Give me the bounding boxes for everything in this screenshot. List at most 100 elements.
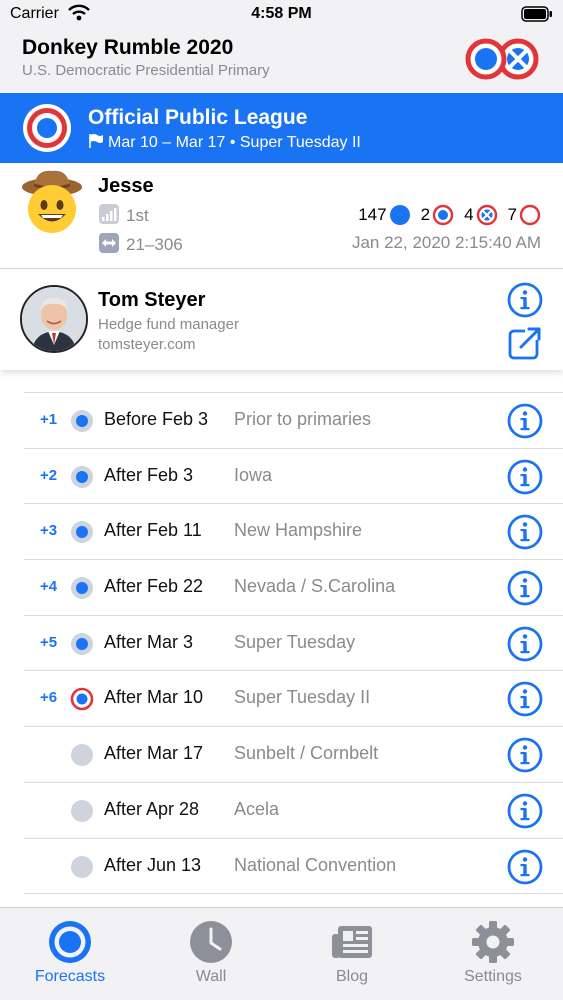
info-icon[interactable]	[507, 514, 543, 555]
row-delta: +4	[40, 578, 58, 596]
info-icon[interactable]	[507, 793, 543, 834]
info-icon[interactable]	[507, 459, 543, 500]
status-bar: Carrier 4:58 PM	[0, 0, 563, 30]
user-summary[interactable]: Jesse 1st 21–306 147 2 4 7 Jan 22, 2020 …	[0, 163, 563, 269]
info-icon[interactable]	[507, 737, 543, 778]
empty-red-circle-icon	[519, 204, 541, 226]
league-title: Official Public League	[88, 106, 308, 129]
tab-label: Blog	[335, 968, 369, 985]
row-event: National Convention	[234, 854, 397, 875]
solid-dot-icon	[389, 205, 410, 225]
row-date: After Jun 13	[104, 854, 202, 875]
app-logo-icon[interactable]	[462, 34, 544, 89]
timeline-row[interactable]: +3 After Feb 11 New Hampshire	[24, 503, 563, 559]
row-date: After Feb 3	[104, 464, 194, 485]
tab-settings[interactable]: Settings	[423, 908, 563, 1000]
app-title: Donkey Rumble 2020	[22, 36, 234, 59]
status-future-dot-icon	[70, 743, 94, 772]
row-event: Super Tuesday II	[234, 687, 371, 708]
external-link-icon[interactable]	[507, 325, 543, 366]
rank-value: 1st	[126, 206, 149, 225]
gear-icon	[471, 920, 515, 969]
range-value: 21–306	[126, 235, 183, 254]
timeline-row[interactable]: +4 After Feb 22 Nevada / S.Carolina	[24, 559, 563, 615]
row-delta: +5	[40, 633, 58, 651]
row-event: Nevada / S.Carolina	[234, 576, 396, 597]
row-event: Sunbelt / Cornbelt	[234, 743, 379, 764]
timeline-row[interactable]: +5 After Mar 3 Super Tuesday	[24, 614, 563, 671]
league-subtitle: Mar 10 – Mar 17 • Super Tuesday II	[88, 133, 361, 154]
tab-blog[interactable]: Blog	[282, 908, 422, 1000]
timeline-row[interactable]: +6 After Mar 10 Super Tuesday II	[24, 670, 563, 726]
target-icon	[432, 204, 454, 226]
user-range: 21–306	[98, 232, 183, 259]
candidate-website[interactable]: tomsteyer.com	[98, 336, 196, 353]
row-delta: +6	[40, 689, 58, 707]
row-event: Super Tuesday	[234, 631, 356, 652]
tab-label: Wall	[195, 968, 227, 985]
info-icon[interactable]	[507, 849, 543, 890]
status-done-dot-icon	[70, 576, 94, 605]
tab-wall[interactable]: Wall	[141, 908, 281, 1000]
tab-forecasts[interactable]: Forecasts	[0, 908, 140, 1000]
candidate-occupation: Hedge fund manager	[98, 316, 239, 333]
timeline-row[interactable]: +2 After Feb 3 Iowa	[24, 447, 563, 504]
row-date: After Feb 11	[104, 520, 202, 541]
user-stats: 147 2 4 7	[348, 204, 541, 226]
app-subtitle: U.S. Democratic Presidential Primary	[22, 62, 270, 79]
row-event: Prior to primaries	[234, 409, 372, 429]
info-icon[interactable]	[507, 403, 543, 444]
status-done-dot-icon	[70, 632, 94, 661]
stat-target: 2	[421, 204, 454, 226]
tab-bar: Forecasts Wall Blog Settings	[0, 907, 563, 1000]
status-done-dot-icon	[70, 465, 94, 494]
target-icon	[21, 102, 73, 159]
row-event: Acela	[234, 798, 280, 819]
user-rank: 1st	[98, 203, 149, 230]
timeline-row[interactable]: After Jun 13 National Convention	[24, 837, 563, 894]
info-icon[interactable]	[507, 570, 543, 611]
status-future-dot-icon	[70, 855, 94, 884]
league-banner[interactable]: Official Public League Mar 10 – Mar 17 •…	[0, 93, 563, 163]
cowboy-emoji-avatar	[20, 167, 84, 240]
stat-correct: 147	[358, 204, 410, 226]
row-delta: +3	[40, 522, 58, 540]
row-event: Iowa	[234, 464, 273, 485]
row-date: After Apr 28	[104, 798, 200, 819]
list-divider	[24, 893, 563, 895]
row-date: After Feb 22	[104, 576, 204, 597]
candidate-card: Tom Steyer Hedge fund manager tomsteyer.…	[0, 270, 563, 370]
user-name: Jesse	[98, 175, 154, 197]
tab-label: Settings	[464, 968, 522, 985]
status-current-target-icon	[70, 687, 94, 716]
candidate-name: Tom Steyer	[98, 289, 206, 311]
status-done-dot-icon	[70, 409, 94, 438]
row-delta: +2	[40, 466, 58, 484]
row-delta: +1	[40, 411, 58, 428]
newspaper-icon	[330, 920, 374, 969]
timeline-row[interactable]: +1 Before Feb 3 Prior to primaries	[24, 392, 563, 448]
status-done-dot-icon	[70, 520, 94, 549]
status-future-dot-icon	[70, 799, 94, 828]
signal-bars-icon	[98, 203, 120, 230]
clock-icon	[189, 920, 233, 969]
tab-label: Forecasts	[34, 968, 106, 985]
timeline-row[interactable]: After Mar 17 Sunbelt / Cornbelt	[24, 726, 563, 782]
info-icon[interactable]	[507, 681, 543, 722]
row-event: New Hampshire	[234, 520, 363, 541]
row-date: After Mar 10	[104, 687, 204, 708]
forecasts-icon	[48, 920, 92, 969]
info-icon[interactable]	[507, 626, 543, 667]
clock-time: 4:58 PM	[251, 5, 312, 22]
timeline-list: +1 Before Feb 3 Prior to primaries +2 Af…	[0, 392, 563, 895]
stat-miss: 7	[508, 204, 541, 226]
candidate-info-icon[interactable]	[507, 282, 543, 323]
flag-icon	[88, 133, 104, 154]
row-date: After Mar 17	[104, 743, 204, 764]
candidate-photo	[20, 285, 88, 353]
crossed-circle-icon	[476, 204, 497, 226]
stat-crossed: 4	[464, 204, 497, 226]
app-header: Donkey Rumble 2020 U.S. Democratic Presi…	[0, 30, 563, 93]
row-date: After Mar 3	[104, 631, 194, 652]
timeline-row[interactable]: After Apr 28 Acela	[24, 781, 563, 838]
